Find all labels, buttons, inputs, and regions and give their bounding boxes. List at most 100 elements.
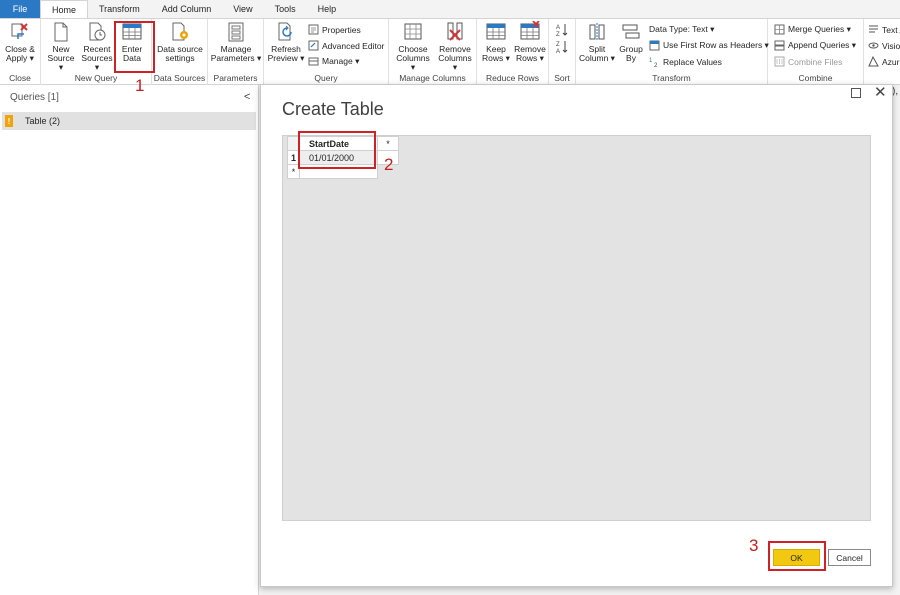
tab-view[interactable]: View <box>222 0 263 18</box>
cancel-button[interactable]: Cancel <box>828 549 871 566</box>
data-entry-grid: StartDate * 1 01/01/2000 * <box>282 135 871 521</box>
step-2-marker: 2 <box>384 155 394 174</box>
combine-group: Merge Queries ▾ Append Queries ▾ Combine… <box>768 19 864 85</box>
dialog-title: Create Table <box>282 99 384 119</box>
svg-text:Z: Z <box>556 32 560 37</box>
properties-icon <box>308 24 319 35</box>
warning-icon: ! <box>5 115 13 127</box>
tab-add-column[interactable]: Add Column <box>151 0 223 18</box>
query-group: Refresh Preview ▾ Properties Advanced Ed… <box>264 19 389 85</box>
keep-rows-button[interactable]: Keep Rows ▾ <box>481 21 511 63</box>
choose-columns-button[interactable]: Choose Columns ▾ <box>393 21 433 72</box>
group-by-icon <box>621 21 641 43</box>
sort-ascending-button[interactable]: AZ <box>556 23 568 39</box>
svg-text:2: 2 <box>654 63 658 67</box>
reduce-rows-group-label: Reduce Rows <box>486 73 539 83</box>
close-apply-icon <box>10 21 30 43</box>
use-first-row-as-headers-button[interactable]: Use First Row as Headers ▾ <box>649 40 769 51</box>
split-column-button[interactable]: Split Column ▾ <box>579 21 615 63</box>
step-1-marker: 1 <box>135 76 145 95</box>
svg-text:A: A <box>556 49 560 54</box>
ribbon-tab-bar: File Home Transform Add Column View Tool… <box>0 0 900 18</box>
manage-button[interactable]: Manage ▾ <box>308 56 359 67</box>
tab-file[interactable]: File <box>0 0 40 18</box>
merge-queries-button[interactable]: Merge Queries ▾ <box>774 24 851 35</box>
replace-values-button[interactable]: 12 Replace Values <box>649 56 722 70</box>
data-sources-group: Data source settings Data Sources <box>152 19 208 85</box>
vision-button[interactable]: Visio <box>868 40 900 51</box>
close-group-label: Close <box>9 73 31 83</box>
query-item-table-2[interactable]: ! Table (2) <box>2 112 256 130</box>
remove-columns-button[interactable]: Remove Columns ▾ <box>435 21 475 72</box>
keep-rows-icon <box>486 21 506 43</box>
svg-text:Z: Z <box>556 42 560 48</box>
text-analytics-button[interactable]: Text A <box>868 24 900 35</box>
data-source-settings-icon <box>170 21 190 43</box>
recent-sources-icon <box>87 21 107 43</box>
remove-columns-icon <box>445 21 465 43</box>
sort-group-label: Sort <box>554 73 570 83</box>
transform-group-label: Transform <box>652 73 691 83</box>
queries-pane-header: Queries [1] <box>10 92 59 103</box>
remove-rows-button[interactable]: Remove Rows ▾ <box>513 20 547 63</box>
svg-text:1: 1 <box>649 58 653 64</box>
collapse-pane-icon[interactable]: < <box>244 91 250 103</box>
choose-columns-icon <box>403 21 423 43</box>
manage-icon <box>308 56 319 67</box>
reduce-rows-group: Keep Rows ▾ Remove Rows ▾ Reduce Rows <box>477 19 549 85</box>
step-3-marker: 3 <box>749 536 759 555</box>
data-type-dropdown[interactable]: Data Type: Text ▾ <box>649 24 714 35</box>
combine-files-button[interactable]: Combine Files <box>774 56 842 67</box>
split-column-icon <box>587 21 607 43</box>
highlight-ok-button <box>768 541 826 571</box>
combine-group-label: Combine <box>798 73 833 83</box>
azure-icon <box>868 55 879 67</box>
tab-home[interactable]: Home <box>40 0 89 18</box>
sort-descending-button[interactable]: ZA <box>556 40 568 56</box>
data-source-settings-button[interactable]: Data source settings <box>154 21 206 63</box>
group-by-button[interactable]: Group By <box>617 21 645 63</box>
query-item-label: Table (2) <box>25 116 61 126</box>
tab-transform[interactable]: Transform <box>88 0 151 18</box>
ai-insights-group: Text A Visio Azur <box>864 19 900 85</box>
append-queries-icon <box>774 40 785 51</box>
parameters-group: Manage Parameters ▾ Parameters <box>208 19 264 85</box>
highlight-enter-data <box>114 21 155 73</box>
add-column-button[interactable]: * <box>377 136 399 151</box>
properties-button[interactable]: Properties <box>308 24 361 35</box>
new-source-button[interactable]: New Source ▾ <box>45 21 77 72</box>
close-group: Close & Apply ▾ Close <box>0 19 41 85</box>
tab-tools[interactable]: Tools <box>264 0 307 18</box>
combine-files-icon <box>774 56 785 67</box>
refresh-icon <box>276 21 296 43</box>
manage-parameters-button[interactable]: Manage Parameters ▾ <box>210 21 262 63</box>
close-apply-button[interactable]: Close & Apply ▾ <box>4 21 36 63</box>
sort-descending-icon: ZA <box>556 40 568 56</box>
data-sources-group-label: Data Sources <box>153 73 206 83</box>
new-source-icon <box>51 21 71 43</box>
maximize-icon[interactable] <box>851 88 861 98</box>
query-group-label: Query <box>314 73 338 83</box>
recent-sources-button[interactable]: Recent Sources ▾ <box>80 21 114 72</box>
replace-values-icon: 12 <box>649 56 660 69</box>
manage-columns-group-label: Manage Columns <box>399 73 466 83</box>
transform-group: Split Column ▾ Group By Data Type: Text … <box>576 19 769 85</box>
refresh-preview-button[interactable]: Refresh Preview ▾ <box>267 21 305 63</box>
first-row-headers-icon <box>649 40 660 51</box>
tab-help[interactable]: Help <box>307 0 348 18</box>
highlight-column-header <box>298 131 376 169</box>
text-analytics-icon <box>868 24 879 35</box>
append-queries-button[interactable]: Append Queries ▾ <box>774 40 856 51</box>
merge-queries-icon <box>774 24 785 35</box>
queries-pane: Queries [1] < ! Table (2) <box>0 85 259 595</box>
close-icon[interactable]: ✕ <box>874 83 887 101</box>
advanced-editor-button[interactable]: Advanced Editor <box>308 40 384 51</box>
manage-parameters-icon <box>226 21 246 43</box>
sort-ascending-icon: AZ <box>556 23 568 39</box>
parameters-group-label: Parameters <box>213 73 258 83</box>
manage-columns-group: Choose Columns ▾ Remove Columns ▾ Manage… <box>389 19 477 85</box>
svg-text:A: A <box>556 25 560 31</box>
remove-rows-icon <box>520 20 540 43</box>
sort-group: AZ ZA Sort <box>549 19 576 85</box>
azure-ml-button[interactable]: Azur <box>868 55 899 67</box>
